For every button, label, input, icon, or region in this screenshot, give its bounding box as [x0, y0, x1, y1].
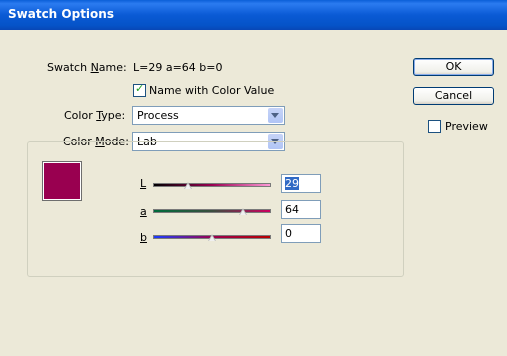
- swatch-preview: [42, 161, 82, 201]
- l-value-field[interactable]: 29: [281, 174, 321, 193]
- a-value-field[interactable]: 64: [281, 200, 321, 219]
- cancel-button[interactable]: Cancel: [413, 87, 494, 105]
- a-slider-thumb[interactable]: [239, 208, 247, 215]
- name-with-color-value-label[interactable]: Name with Color Value: [149, 84, 274, 97]
- title-bar[interactable]: Swatch Options: [0, 0, 507, 30]
- color-type-select[interactable]: Process: [132, 106, 285, 125]
- b-slider-label: b: [140, 231, 147, 244]
- l-slider-label: L: [140, 177, 147, 190]
- preview-checkbox[interactable]: [428, 120, 441, 133]
- l-slider-track[interactable]: [153, 183, 271, 187]
- color-type-value: Process: [137, 109, 179, 122]
- l-slider-thumb[interactable]: [184, 182, 192, 189]
- chevron-down-icon[interactable]: [268, 108, 283, 123]
- window-title: Swatch Options: [8, 7, 114, 21]
- preview-label[interactable]: Preview: [445, 120, 488, 133]
- b-value-field[interactable]: 0: [281, 224, 321, 243]
- swatch-name-value: L=29 a=64 b=0: [133, 61, 223, 74]
- a-slider-label: a: [140, 205, 147, 218]
- swatch-name-label: Swatch Name:: [47, 61, 127, 74]
- name-with-color-value-checkbox[interactable]: ✓: [133, 82, 146, 97]
- b-slider-thumb[interactable]: [208, 234, 216, 241]
- checkmark-icon: ✓: [135, 82, 145, 95]
- a-slider-track[interactable]: [153, 209, 271, 213]
- ok-button[interactable]: OK: [413, 58, 494, 76]
- color-type-label: Color Type:: [64, 109, 126, 122]
